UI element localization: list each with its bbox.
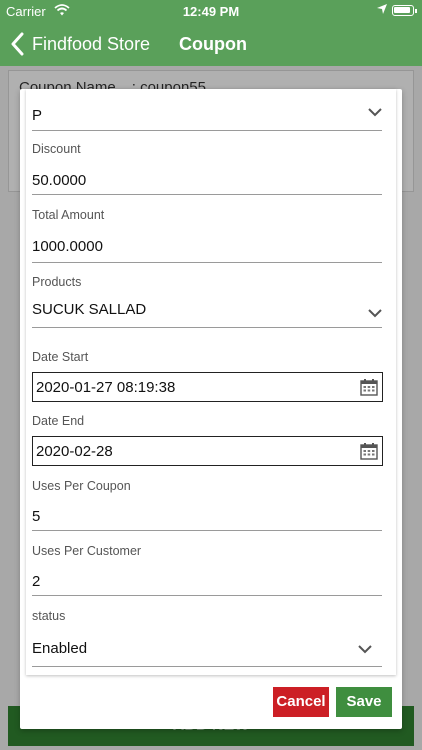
total-amount-field[interactable]: Total Amount 1000.0000 xyxy=(32,207,382,263)
page-title: Coupon xyxy=(179,34,247,54)
products-select[interactable]: Products SUCUK SALLAD xyxy=(32,274,382,330)
status-bar: Carrier 12:49 PM xyxy=(0,0,422,22)
uses-per-coupon-field[interactable]: Uses Per Coupon 5 xyxy=(32,478,382,534)
calendar-icon[interactable] xyxy=(360,442,378,460)
calendar-icon[interactable] xyxy=(360,378,378,396)
chevron-down-icon xyxy=(368,309,382,318)
type-select[interactable]: P xyxy=(32,95,382,133)
total-amount-value[interactable]: 1000.0000 xyxy=(32,238,103,255)
status-select[interactable]: status Enabled xyxy=(32,608,382,668)
back-button[interactable]: Findfood Store xyxy=(32,34,150,55)
date-end-input[interactable]: 2020-02-28 xyxy=(32,436,383,466)
location-arrow-icon xyxy=(376,3,388,18)
divider xyxy=(32,262,382,263)
date-end-field: Date End 2020-02-28 xyxy=(32,413,383,467)
chevron-down-icon xyxy=(368,108,382,117)
divider xyxy=(32,595,382,596)
date-start-label: Date Start xyxy=(32,350,89,364)
date-start-field: Date Start 2020-01-27 08:19:38 xyxy=(32,349,383,403)
date-start-value: 2020-01-27 08:19:38 xyxy=(36,379,176,396)
divider xyxy=(32,666,382,667)
uses-per-customer-label: Uses Per Customer xyxy=(32,544,142,558)
discount-label: Discount xyxy=(32,142,81,156)
divider xyxy=(32,194,382,195)
date-end-value: 2020-02-28 xyxy=(36,443,113,460)
coupon-edit-dialog: P Discount 50.0000 Total Amount 1000.000… xyxy=(20,89,402,729)
date-start-input[interactable]: 2020-01-27 08:19:38 xyxy=(32,372,383,402)
nav-bar: Findfood Store Coupon xyxy=(0,22,422,66)
divider xyxy=(32,530,382,531)
date-end-label: Date End xyxy=(32,414,85,428)
battery-icon xyxy=(392,5,417,16)
chevron-down-icon xyxy=(358,645,372,654)
uses-per-coupon-value[interactable]: 5 xyxy=(32,508,40,525)
uses-per-customer-value[interactable]: 2 xyxy=(32,573,40,590)
discount-value[interactable]: 50.0000 xyxy=(32,172,86,189)
total-amount-label: Total Amount xyxy=(32,208,105,222)
cancel-button[interactable]: Cancel xyxy=(273,687,329,717)
uses-per-customer-field[interactable]: Uses Per Customer 2 xyxy=(32,543,382,599)
divider xyxy=(32,327,382,328)
products-value: SUCUK SALLAD xyxy=(32,301,147,318)
clock: 12:49 PM xyxy=(182,4,240,19)
status-label: status xyxy=(32,609,66,623)
status-value: Enabled xyxy=(32,640,88,657)
type-value: P xyxy=(32,107,43,124)
discount-field[interactable]: Discount 50.0000 xyxy=(32,141,382,197)
coupon-form: P Discount 50.0000 Total Amount 1000.000… xyxy=(26,89,396,675)
save-button[interactable]: Save xyxy=(336,687,392,717)
uses-per-coupon-label: Uses Per Coupon xyxy=(32,479,131,493)
back-chevron-icon[interactable] xyxy=(10,32,32,56)
products-label: Products xyxy=(32,275,82,289)
divider xyxy=(32,130,382,131)
